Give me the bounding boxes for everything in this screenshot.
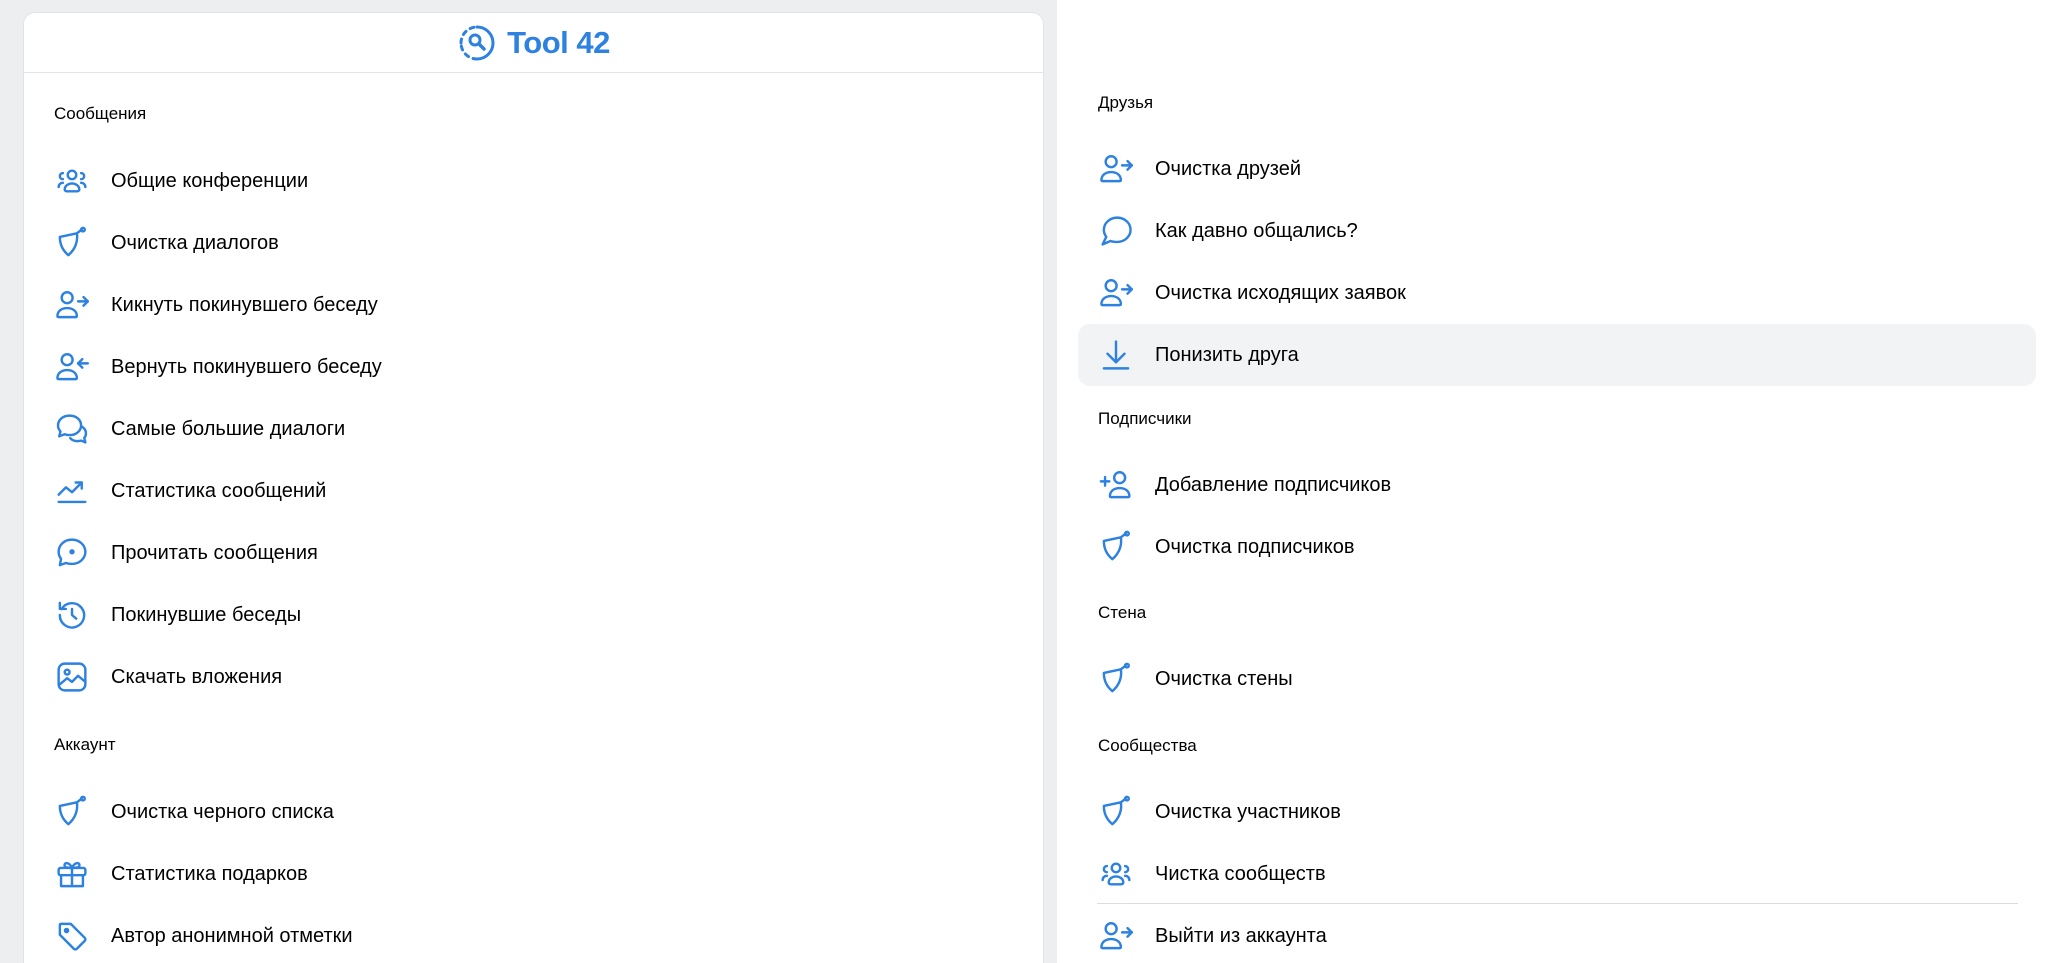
broom-icon: [1098, 794, 1134, 830]
logo-icon: [457, 23, 497, 63]
section-title-right-3: Сообщества: [1098, 736, 1197, 755]
broom-icon: [1098, 661, 1134, 697]
image-icon: [54, 659, 90, 695]
menu-item-left-0-2[interactable]: Кикнуть покинувшего беседу: [34, 274, 1024, 336]
menu-item-label: Понизить друга: [1155, 343, 1299, 366]
menu-item-label: Самые большие диалоги: [111, 417, 346, 440]
broom-icon: [54, 794, 90, 830]
section-title-right-1: Подписчики: [1098, 409, 1192, 428]
menu-item-left-0-6[interactable]: Прочитать сообщения: [34, 522, 1024, 584]
menu-item-label: Покинувшие беседы: [111, 603, 302, 626]
menu-item-label: Очистка друзей: [1155, 157, 1301, 180]
menu-item-label: Автор анонимной отметки: [111, 924, 353, 947]
chat-bubbles-icon: [54, 411, 90, 447]
chat-dot-icon: [54, 535, 90, 571]
menu-item-right-3-0[interactable]: Очистка участников: [1078, 781, 2036, 843]
menu-item-left-0-5[interactable]: Статистика сообщений: [34, 460, 1024, 522]
user-add-icon: [1098, 467, 1134, 503]
menu-item-left-0-1[interactable]: Очистка диалогов: [34, 212, 1024, 274]
menu-item-label: Кикнуть покинувшего беседу: [111, 293, 378, 316]
chat-bubble-icon: [1098, 213, 1134, 249]
menu-item-label: Как давно общались?: [1155, 219, 1358, 242]
menu-item-label: Чистка сообществ: [1155, 862, 1326, 885]
menu-item-label: Общие конференции: [111, 169, 309, 192]
menu-item-left-1-0[interactable]: Очистка черного списка: [34, 781, 1024, 843]
divider: [1097, 903, 2018, 904]
menu-item-left-1-1[interactable]: Статистика подарков: [34, 843, 1024, 905]
menu-item-right-2-0[interactable]: Очистка стены: [1078, 648, 2036, 710]
arrow-down-icon: [1098, 337, 1134, 373]
menu-item-right-0-0[interactable]: Очистка друзей: [1078, 138, 2036, 200]
logo-text: Tool 42: [507, 24, 610, 60]
menu-item-right-0-2[interactable]: Очистка исходящих заявок: [1078, 262, 2036, 324]
logout-button[interactable]: Выйти из аккаунта: [1078, 905, 2036, 963]
user-arrow-right-icon: [54, 287, 90, 323]
user-arrow-right-icon: [1098, 275, 1134, 311]
user-arrow-right-icon: [1098, 918, 1134, 954]
menu-item-left-0-0[interactable]: Общие конференции: [34, 150, 1024, 212]
menu-item-label: Очистка подписчиков: [1155, 535, 1355, 558]
menu-item-left-1-2[interactable]: Автор анонимной отметки: [34, 905, 1024, 963]
tag-icon: [54, 918, 90, 954]
menu-item-label: Статистика подарков: [111, 862, 308, 885]
users-group-icon: [54, 163, 90, 199]
menu-item-right-1-1[interactable]: Очистка подписчиков: [1078, 516, 2036, 578]
menu-item-label: Добавление подписчиков: [1155, 473, 1392, 496]
menu-item-label: Выйти из аккаунта: [1155, 924, 1327, 947]
trend-chart-icon: [54, 473, 90, 509]
menu-item-right-0-3[interactable]: Понизить друга: [1078, 324, 2036, 386]
menu-item-label: Очистка стены: [1155, 667, 1293, 690]
app-header: Tool 42: [24, 13, 1043, 73]
menu-item-left-0-3[interactable]: Вернуть покинувшего беседу: [34, 336, 1024, 398]
user-arrow-right-icon: [1098, 151, 1134, 187]
section-title-left-1: Аккаунт: [54, 735, 116, 754]
broom-icon: [54, 225, 90, 261]
menu-item-right-0-1[interactable]: Как давно общались?: [1078, 200, 2036, 262]
menu-item-right-3-1[interactable]: Чистка сообществ: [1078, 843, 2036, 905]
history-icon: [54, 597, 90, 633]
users-group-icon: [1098, 856, 1134, 892]
menu-item-label: Статистика сообщений: [111, 479, 327, 502]
menu-item-label: Очистка черного списка: [111, 800, 334, 823]
menu-item-left-0-4[interactable]: Самые большие диалоги: [34, 398, 1024, 460]
menu-item-label: Очистка исходящих заявок: [1155, 281, 1406, 304]
section-title-right-0: Друзья: [1098, 93, 1154, 112]
menu-item-right-1-0[interactable]: Добавление подписчиков: [1078, 454, 2036, 516]
user-arrow-left-icon: [54, 349, 90, 385]
section-title-right-2: Стена: [1098, 603, 1147, 622]
menu-item-label: Прочитать сообщения: [111, 541, 318, 564]
broom-icon: [1098, 529, 1134, 565]
gift-icon: [54, 856, 90, 892]
menu-item-label: Скачать вложения: [111, 665, 283, 688]
logo[interactable]: Tool 42: [457, 23, 610, 63]
menu-item-label: Очистка участников: [1155, 800, 1341, 823]
section-title-left-0: Сообщения: [54, 104, 147, 123]
menu-item-label: Очистка диалогов: [111, 231, 279, 254]
menu-item-left-0-8[interactable]: Скачать вложения: [34, 646, 1024, 708]
menu-item-label: Вернуть покинувшего беседу: [111, 355, 382, 378]
menu-item-left-0-7[interactable]: Покинувшие беседы: [34, 584, 1024, 646]
